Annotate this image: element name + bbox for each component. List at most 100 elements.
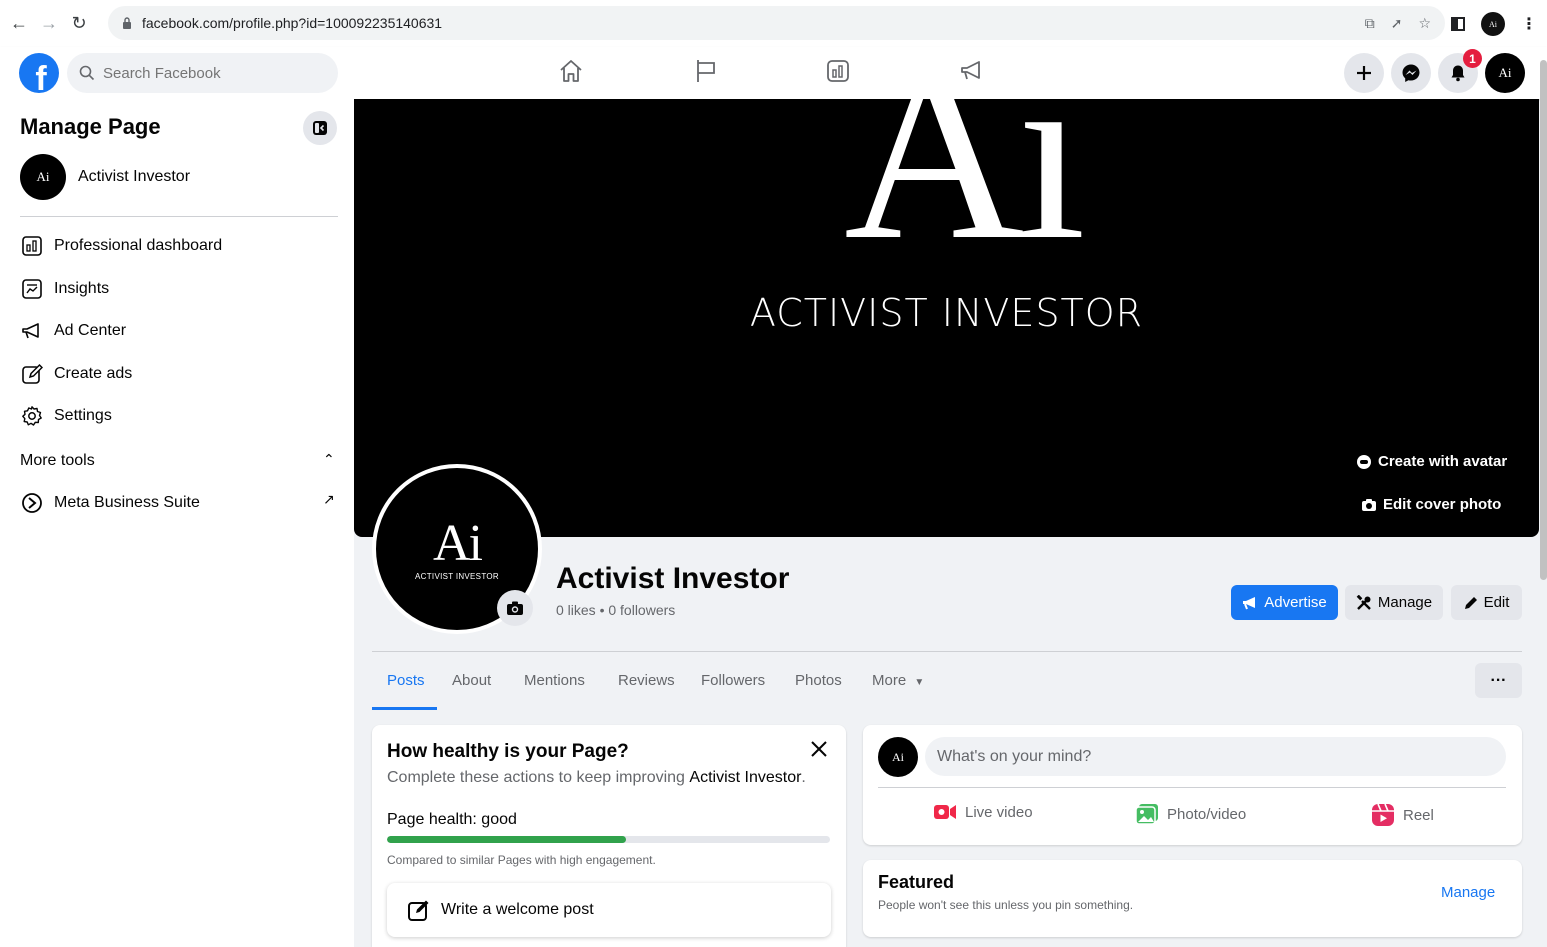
- sidebar-item-ad-center[interactable]: Ad Center: [20, 317, 126, 345]
- live-video-icon: [934, 805, 956, 819]
- sidebar-item-label: Settings: [54, 407, 112, 424]
- tab-followers[interactable]: Followers: [701, 672, 765, 689]
- health-title: How healthy is your Page?: [387, 741, 629, 762]
- sidebar-item-insights[interactable]: Insights: [20, 275, 109, 303]
- profile-logo: Ai: [433, 514, 483, 572]
- sidebar-item-label: Insights: [54, 280, 110, 297]
- tab-posts[interactable]: Posts: [387, 672, 425, 689]
- flag-icon[interactable]: [692, 57, 720, 85]
- manage-button[interactable]: Manage: [1345, 585, 1443, 620]
- sidebar-divider: [20, 216, 338, 217]
- tab-more[interactable]: More ▼: [872, 672, 924, 689]
- tab-mentions[interactable]: Mentions: [524, 672, 585, 689]
- edit-cover-photo-button[interactable]: Edit cover photo: [1361, 496, 1501, 513]
- composer-divider: [878, 787, 1506, 788]
- health-subtitle: Complete these actions to keep improving…: [387, 769, 806, 787]
- forward-icon[interactable]: →: [38, 13, 60, 35]
- manage-page-sidebar: Manage Page Ai Activist Investor Profess…: [0, 99, 354, 947]
- home-icon[interactable]: [557, 57, 585, 85]
- collapse-sidebar-button[interactable]: [303, 111, 337, 145]
- chevron-up-icon[interactable]: ⌃: [323, 451, 335, 468]
- sidebar-item-label: Create ads: [54, 365, 133, 382]
- kebab-menu-icon[interactable]: ⋮: [1521, 14, 1537, 34]
- photo-video-button[interactable]: Photo/video: [1135, 803, 1246, 825]
- sidebar-item-settings[interactable]: Settings: [20, 402, 112, 430]
- create-with-avatar-label: Create with avatar: [1378, 453, 1508, 470]
- search-box[interactable]: [67, 53, 338, 93]
- reel-button[interactable]: Reel: [1371, 803, 1434, 827]
- tab-photos[interactable]: Photos: [795, 672, 842, 689]
- edit-button[interactable]: Edit: [1451, 585, 1522, 620]
- lock-icon: [123, 17, 131, 29]
- facebook-logo-icon[interactable]: f: [19, 53, 59, 93]
- dashboard-icon: [20, 234, 44, 258]
- chrome-profile-avatar[interactable]: Ai: [1481, 12, 1505, 36]
- write-welcome-post-button[interactable]: Write a welcome post: [387, 883, 831, 937]
- health-subtitle-prefix: Complete these actions to keep improving: [387, 769, 690, 786]
- browser-toolbar: ← → ↻ facebook.com/profile.php?id=100092…: [0, 0, 1547, 47]
- edit-label: Edit: [1483, 594, 1510, 611]
- messenger-button[interactable]: [1391, 53, 1431, 93]
- sidebar-item-meta-business-suite[interactable]: Meta Business Suite: [20, 489, 200, 517]
- tab-more-label: More: [872, 672, 907, 689]
- insights-icon: [20, 277, 44, 301]
- close-icon[interactable]: [809, 739, 829, 764]
- more-tools-header[interactable]: More tools: [20, 452, 95, 470]
- create-with-avatar-button[interactable]: Create with avatar: [1356, 453, 1507, 470]
- health-progress-bar: [387, 836, 830, 843]
- pencil-icon: [20, 362, 44, 386]
- health-subtitle-page: Activist Investor: [689, 769, 802, 786]
- avatar-icon: [1357, 454, 1371, 469]
- update-profile-picture-button[interactable]: [497, 590, 533, 626]
- notifications-button[interactable]: 1: [1438, 49, 1482, 93]
- notification-badge: 1: [1463, 49, 1482, 68]
- tools-icon: [1356, 594, 1371, 610]
- write-welcome-post-label: Write a welcome post: [441, 901, 594, 918]
- more-options-button[interactable]: ···: [1475, 663, 1522, 698]
- camera-icon: [507, 601, 523, 615]
- cover-photo: Ai ACTIVIST INVESTOR Create with avatar …: [354, 99, 1539, 537]
- advertise-label: Advertise: [1264, 594, 1327, 611]
- reload-icon[interactable]: ↻: [68, 13, 90, 35]
- page-health-card: How healthy is your Page? Complete these…: [372, 725, 846, 947]
- search-icon: [79, 65, 95, 81]
- account-avatar[interactable]: Ai: [1485, 53, 1525, 93]
- sidebar-item-professional-dashboard[interactable]: Professional dashboard: [20, 232, 222, 260]
- sidebar-page-switcher[interactable]: Ai Activist Investor: [20, 154, 190, 200]
- side-panel-icon[interactable]: [1451, 17, 1465, 31]
- edit-cover-photo-label: Edit cover photo: [1383, 496, 1502, 513]
- profile-brand-text: ACTIVIST INVESTOR: [415, 571, 499, 581]
- page-scrollbar[interactable]: [1540, 60, 1547, 580]
- search-input[interactable]: [103, 64, 303, 82]
- advertise-button[interactable]: Advertise: [1231, 585, 1338, 620]
- whats-on-your-mind-input[interactable]: What's on your mind?: [925, 737, 1506, 776]
- composer-avatar[interactable]: Ai: [878, 737, 918, 777]
- live-video-button[interactable]: Live video: [933, 803, 1033, 821]
- sidebar-item-create-ads[interactable]: Create ads: [20, 360, 132, 388]
- plus-icon: [1357, 66, 1371, 80]
- meta-business-suite-icon: [20, 491, 44, 515]
- page-stats[interactable]: 0 likes • 0 followers: [556, 602, 675, 618]
- install-icon[interactable]: ⧉: [1365, 15, 1375, 32]
- featured-title: Featured: [878, 872, 955, 892]
- megaphone-icon: [1243, 596, 1256, 609]
- tab-reviews[interactable]: Reviews: [618, 672, 675, 689]
- star-icon[interactable]: ☆: [1418, 15, 1431, 32]
- dashboard-icon[interactable]: [824, 57, 852, 85]
- url-text: facebook.com/profile.php?id=100092235140…: [142, 15, 443, 31]
- address-bar[interactable]: facebook.com/profile.php?id=100092235140…: [108, 6, 1445, 40]
- page-avatar: Ai: [20, 154, 66, 200]
- tab-about[interactable]: About: [452, 672, 491, 689]
- megaphone-icon[interactable]: [958, 57, 986, 85]
- featured-manage-link[interactable]: Manage: [1441, 884, 1495, 901]
- featured-subtitle: People won't see this unless you pin som…: [878, 898, 1134, 912]
- reel-icon: [1372, 803, 1394, 826]
- share-icon[interactable]: ➚: [1391, 15, 1403, 32]
- sidebar-item-label: Professional dashboard: [54, 237, 223, 254]
- cover-brand-text: ACTIVIST INVESTOR: [749, 291, 1144, 335]
- post-composer-card: Ai What's on your mind? Live video Photo…: [863, 725, 1522, 845]
- create-button[interactable]: [1344, 53, 1384, 93]
- sidebar-item-label: Ad Center: [54, 322, 127, 339]
- back-icon[interactable]: ←: [8, 13, 30, 35]
- photo-video-label: Photo/video: [1167, 805, 1247, 823]
